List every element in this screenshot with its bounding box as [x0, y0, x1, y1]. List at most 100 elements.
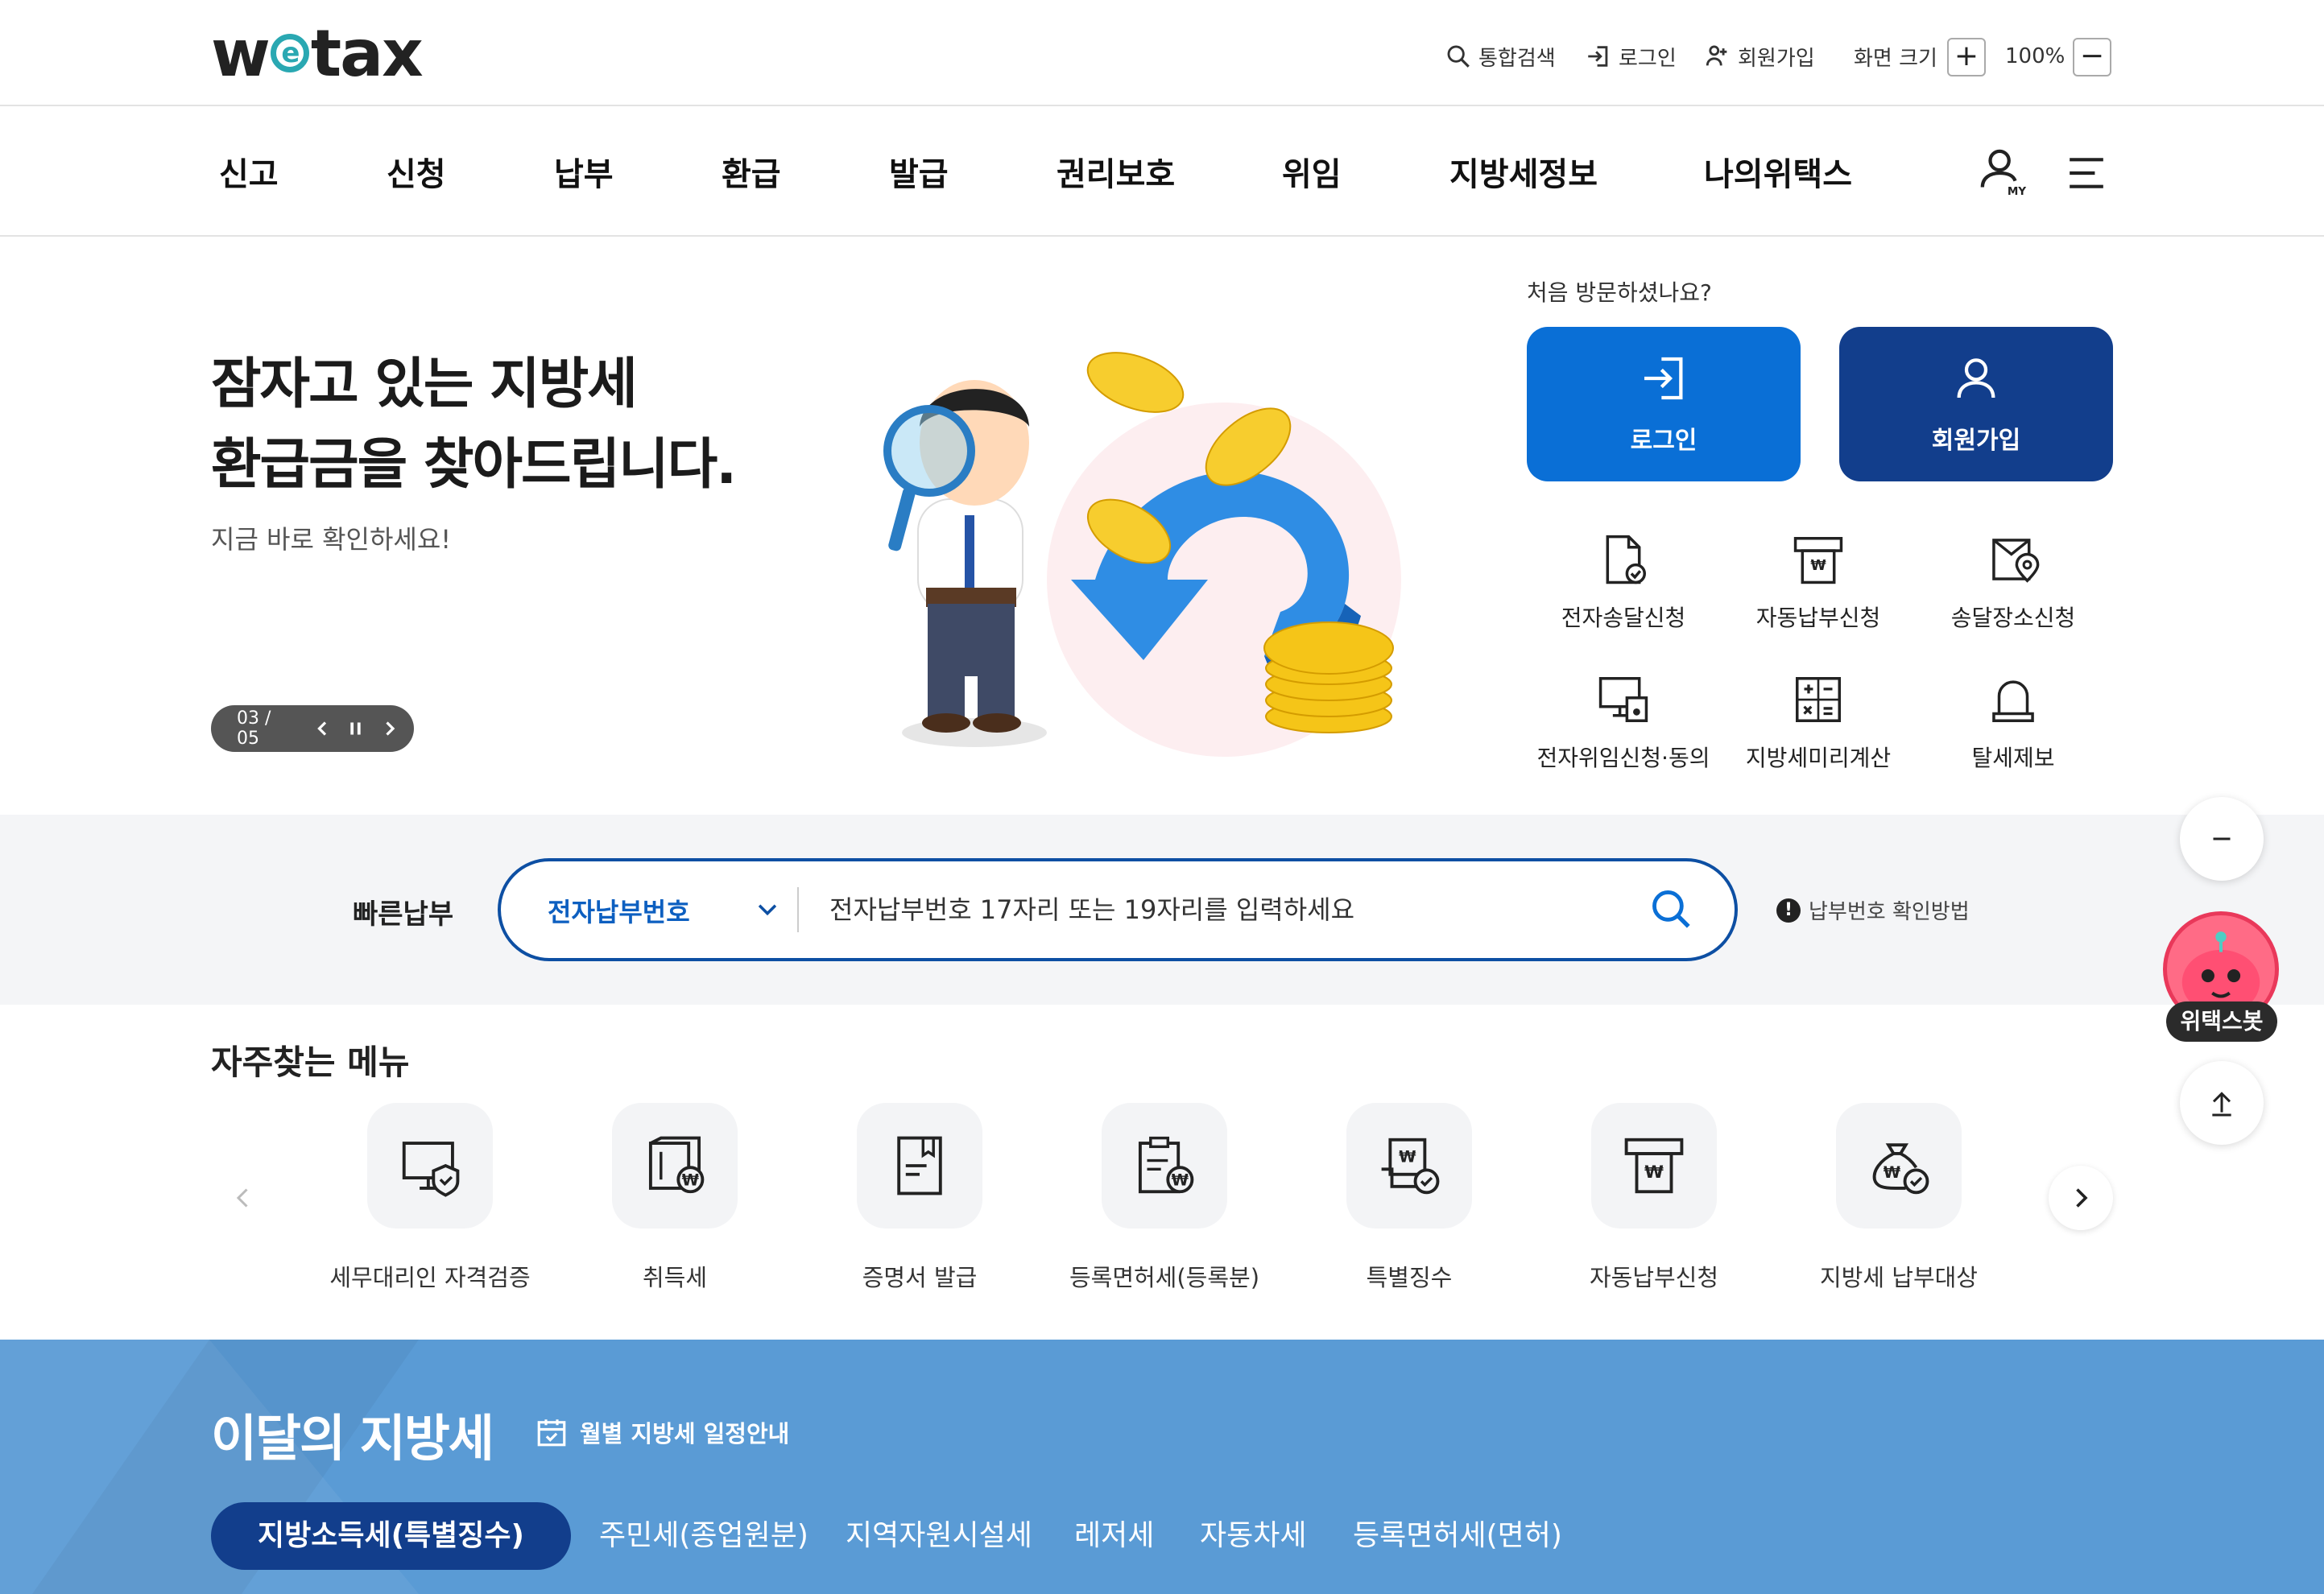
monthly-schedule-link[interactable]: 월별 지방세 일정안내 — [535, 1415, 789, 1449]
monthly-schedule-label: 월별 지방세 일정안내 — [580, 1420, 790, 1447]
hero-login-button[interactable]: 로그인 — [1527, 327, 1801, 481]
svg-text:₩: ₩ — [1644, 1162, 1664, 1183]
hero-signup-label: 회원가입 — [1931, 427, 2021, 455]
tab-registration-license-tax[interactable]: 등록면허세(면허) — [1353, 1502, 1562, 1570]
wetax-logo[interactable]: w e tax — [211, 16, 424, 91]
login-label: 로그인 — [1619, 46, 1677, 71]
svg-text:₩: ₩ — [682, 1171, 700, 1190]
frequent-next-button[interactable] — [2049, 1166, 2113, 1230]
hero-illustration — [883, 352, 1401, 757]
top-utility-bar: w e tax 통합검색 로그인 회원가입 화면 크기 + 100% − — [0, 0, 2324, 106]
zoom-out-button[interactable]: − — [2073, 38, 2111, 76]
nav-report[interactable]: 신고 — [219, 148, 279, 195]
user-icon — [1957, 358, 1995, 398]
hero-signup-button[interactable]: 회원가입 — [1839, 327, 2113, 481]
wetax-home: w e tax 통합검색 로그인 회원가입 화면 크기 + 100% − 신고 신청… — [0, 0, 2324, 1594]
logo-e-mark: e — [270, 34, 309, 73]
my-page-icon[interactable]: MY — [1978, 147, 2028, 200]
nav-refund[interactable]: 환급 — [722, 148, 781, 195]
quick-delivery-place[interactable]: 송달장소신청 — [1917, 531, 2110, 633]
signup-icon — [1706, 45, 1727, 66]
nav-pay[interactable]: 납부 — [554, 148, 614, 195]
freq-tile: ₩ — [1102, 1103, 1227, 1229]
integrated-search-link[interactable]: 통합검색 — [1445, 39, 1556, 74]
frequent-prev-button[interactable] — [211, 1166, 275, 1230]
payment-number-help-link[interactable]: ! 납부번호 확인방법 — [1776, 895, 1970, 925]
monitor-shield-icon — [402, 1142, 460, 1197]
freq-special-collection[interactable]: ₩ 특별징수 — [1288, 1103, 1530, 1293]
freq-label: 취득세 — [642, 1264, 708, 1291]
zoom-in-button[interactable]: + — [1947, 38, 1986, 76]
freq-registration-license-tax[interactable]: ₩ 등록면허세(등록분) — [1044, 1103, 1285, 1293]
freq-label: 등록면허세(등록분) — [1069, 1264, 1260, 1291]
svg-text:₩: ₩ — [1172, 1171, 1189, 1190]
tab-local-income-tax[interactable]: 지방소득세(특별징수) — [211, 1502, 571, 1570]
payment-number-input[interactable] — [829, 874, 1619, 945]
collapse-side-button[interactable] — [2180, 797, 2264, 881]
svg-text:₩: ₩ — [1399, 1148, 1416, 1167]
screen-size-label: 화면 크기 — [1854, 46, 1937, 71]
month-tax-title: 이달의 지방세 — [211, 1409, 494, 1468]
arrow-up-icon — [2212, 1092, 2231, 1117]
payment-number-help-label: 납부번호 확인방법 — [1809, 900, 1970, 924]
svg-text:MY: MY — [2008, 185, 2026, 198]
freq-tile: ₩ — [1836, 1103, 1962, 1229]
freq-tax-agent-verify[interactable]: 세무대리인 자격검증 — [309, 1103, 551, 1293]
nav-rights[interactable]: 권리보호 — [1057, 148, 1175, 195]
nav-apply[interactable]: 신청 — [387, 148, 446, 195]
fast-pay-divider — [797, 887, 799, 932]
freq-label: 세무대리인 자격검증 — [329, 1264, 531, 1291]
wetax-bot-label[interactable]: 위택스봇 — [2166, 1001, 2277, 1042]
hamburger-icon[interactable] — [2066, 153, 2107, 193]
prev-icon[interactable] — [314, 720, 331, 737]
login-link[interactable]: 로그인 — [1585, 39, 1677, 74]
nav-issue[interactable]: 발급 — [889, 148, 949, 195]
logo-text-w: w — [211, 16, 271, 91]
svg-text:₩: ₩ — [1884, 1163, 1901, 1182]
fast-pay-label: 빠른납부 — [353, 898, 454, 931]
freq-tile: ₩ — [1346, 1103, 1472, 1229]
location-doc-icon — [1992, 539, 2040, 583]
freq-tile — [857, 1103, 982, 1229]
freq-certificate-issue[interactable]: 증명서 발급 — [799, 1103, 1040, 1293]
chevron-down-icon[interactable] — [754, 895, 781, 923]
integrated-search-label: 통합검색 — [1478, 46, 1556, 71]
money-bag-icon: ₩ — [1872, 1143, 1929, 1195]
hero-subtitle: 지금 바로 확인하세요! — [211, 524, 452, 555]
next-icon[interactable] — [381, 720, 398, 737]
search-icon[interactable] — [1648, 886, 1694, 932]
signup-link[interactable]: 회원가입 — [1704, 39, 1815, 74]
payment-type-select[interactable]: 전자납부번호 — [548, 892, 690, 929]
nav-local-tax-info[interactable]: 지방세정보 — [1449, 148, 1598, 195]
scroll-top-button[interactable] — [2180, 1061, 2264, 1145]
quick-e-delivery[interactable]: 전자송달신청 — [1527, 531, 1720, 633]
hero-login-label: 로그인 — [1630, 427, 1698, 455]
login-icon — [1588, 46, 1608, 67]
quick-e-delegation[interactable]: 전자위임신청·동의 — [1527, 671, 1720, 773]
quick-auto-pay[interactable]: ₩ 자동납부신청 — [1722, 531, 1915, 633]
tab-vehicle-tax[interactable]: 자동차세 — [1200, 1502, 1306, 1570]
signup-label: 회원가입 — [1738, 46, 1815, 71]
auto-pay-icon: ₩ — [1624, 1138, 1684, 1194]
freq-auto-pay[interactable]: ₩ 자동납부신청 — [1533, 1103, 1775, 1293]
freq-label: 지방세 납부대상 — [1820, 1264, 1978, 1291]
pause-icon[interactable] — [347, 720, 364, 737]
freq-tile: ₩ — [612, 1103, 738, 1229]
bell-icon — [1992, 680, 2034, 722]
tab-leisure-tax[interactable]: 레저세 — [1074, 1502, 1154, 1570]
calendar-icon — [537, 1419, 566, 1447]
freq-acquisition-tax[interactable]: ₩ 취득세 — [554, 1103, 796, 1293]
quick-tax-evasion-report[interactable]: 탈세제보 — [1917, 671, 2110, 773]
svg-text:₩: ₩ — [1810, 558, 1826, 574]
nav-my-wetax[interactable]: 나의위택스 — [1704, 148, 1852, 195]
clipboard-won-icon: ₩ — [1138, 1136, 1194, 1194]
nav-delegate[interactable]: 위임 — [1282, 148, 1342, 195]
quick-tax-calculator[interactable]: 지방세미리계산 — [1722, 671, 1915, 773]
tab-regional-resource-tax[interactable]: 지역자원시설세 — [846, 1502, 1032, 1570]
chevron-left-icon — [236, 1188, 248, 1208]
calculator-icon — [1796, 677, 1841, 722]
hero-title: 잠자고 있는 지방세 환급금을 찾아드립니다. — [211, 353, 737, 497]
tab-resident-tax[interactable]: 주민세(종업원분) — [599, 1502, 808, 1570]
freq-tax-payment-target[interactable]: ₩ 지방세 납부대상 — [1778, 1103, 2020, 1293]
zoom-value: 100% — [2005, 44, 2066, 68]
